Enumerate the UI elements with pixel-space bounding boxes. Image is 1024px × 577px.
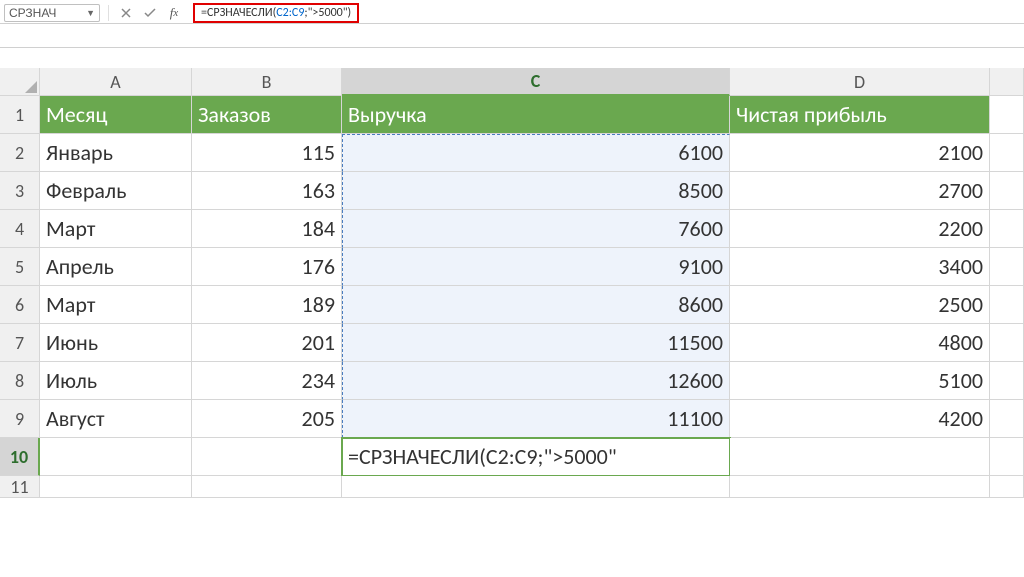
cell-revenue[interactable]: 8600 (342, 286, 730, 324)
col-header-B[interactable]: B (192, 68, 342, 96)
row-header[interactable]: 2 (0, 134, 40, 172)
table-header-orders[interactable]: Заказов (192, 96, 342, 134)
formula-bar: СРЗНАЧ ▼ fx =СРЗНАЧЕСЛИ(C2:C9;">5000") (0, 0, 1024, 24)
cell-month[interactable]: Июнь (40, 324, 192, 362)
row-header[interactable]: 7 (0, 324, 40, 362)
row-header[interactable]: 5 (0, 248, 40, 286)
select-all-corner[interactable] (0, 68, 40, 96)
cell-revenue[interactable]: 9100 (342, 248, 730, 286)
cell-profit[interactable]: 4800 (730, 324, 990, 362)
cell-empty[interactable] (990, 96, 1024, 134)
table-header-month[interactable]: Месяц (40, 96, 192, 134)
cell-profit[interactable]: 3400 (730, 248, 990, 286)
row-header[interactable]: 3 (0, 172, 40, 210)
cell-orders[interactable]: 189 (192, 286, 342, 324)
row-header[interactable]: 6 (0, 286, 40, 324)
row-header-active[interactable]: 10 (0, 438, 40, 476)
cell-orders[interactable]: 115 (192, 134, 342, 172)
cell-empty[interactable] (192, 438, 342, 476)
name-box[interactable]: СРЗНАЧ ▼ (4, 4, 100, 22)
row-header[interactable]: 4 (0, 210, 40, 248)
cell-empty[interactable] (192, 476, 342, 498)
cell-profit[interactable]: 2100 (730, 134, 990, 172)
cell-orders[interactable]: 201 (192, 324, 342, 362)
cell-empty[interactable] (990, 400, 1024, 438)
formula-text-prefix: =СРЗНАЧЕСЛИ( (201, 6, 276, 20)
cell-empty[interactable] (730, 476, 990, 498)
table-header-revenue[interactable]: Выручка (342, 96, 730, 134)
cell-profit[interactable]: 5100 (730, 362, 990, 400)
cell-empty[interactable] (990, 172, 1024, 210)
row-header[interactable]: 11 (0, 476, 40, 498)
cell-orders[interactable]: 205 (192, 400, 342, 438)
cell-month[interactable]: Март (40, 210, 192, 248)
enter-formula-icon[interactable] (141, 4, 159, 22)
formula-bar-expand-area (0, 24, 1024, 48)
cell-profit[interactable]: 2500 (730, 286, 990, 324)
cell-empty[interactable] (990, 210, 1024, 248)
cell-empty[interactable] (990, 476, 1024, 498)
cell-empty[interactable] (40, 476, 192, 498)
cell-month[interactable]: Март (40, 286, 192, 324)
cell-revenue[interactable]: 11500 (342, 324, 730, 362)
cell-month[interactable]: Январь (40, 134, 192, 172)
cell-empty[interactable] (990, 134, 1024, 172)
formula-input[interactable]: =СРЗНАЧЕСЛИ(C2:C9;">5000") (193, 3, 359, 23)
cell-orders[interactable]: 176 (192, 248, 342, 286)
row-header[interactable]: 1 (0, 96, 40, 134)
cell-revenue[interactable]: 12600 (342, 362, 730, 400)
cell-orders[interactable]: 184 (192, 210, 342, 248)
divider (108, 5, 109, 21)
chevron-down-icon[interactable]: ▼ (86, 8, 95, 18)
cell-month[interactable]: Апрель (40, 248, 192, 286)
table-header-profit[interactable]: Чистая прибыль (730, 96, 990, 134)
cell-revenue[interactable]: 7600 (342, 210, 730, 248)
cell-profit[interactable]: 2700 (730, 172, 990, 210)
name-box-value: СРЗНАЧ (9, 6, 56, 20)
spreadsheet-grid[interactable]: A B C D 1 Месяц Заказов Выручка Чистая п… (0, 68, 1024, 498)
row-header[interactable]: 8 (0, 362, 40, 400)
cell-profit[interactable]: 2200 (730, 210, 990, 248)
col-header-overflow (990, 68, 1024, 96)
cell-empty[interactable] (730, 438, 990, 476)
col-header-A[interactable]: A (40, 68, 192, 96)
cell-revenue[interactable]: 6100 (342, 134, 730, 172)
cell-empty[interactable] (990, 362, 1024, 400)
cell-revenue[interactable]: 11100 (342, 400, 730, 438)
active-cell[interactable]: =СРЗНАЧЕСЛИ(C2:C9;">5000" (342, 438, 730, 476)
cell-empty[interactable] (40, 438, 192, 476)
cell-profit[interactable]: 4200 (730, 400, 990, 438)
col-header-D[interactable]: D (730, 68, 990, 96)
cell-month[interactable]: Июль (40, 362, 192, 400)
cell-month[interactable]: Август (40, 400, 192, 438)
cell-empty[interactable] (990, 286, 1024, 324)
cell-empty[interactable] (342, 476, 730, 498)
cell-empty[interactable] (990, 438, 1024, 476)
cell-orders[interactable]: 234 (192, 362, 342, 400)
cell-revenue[interactable]: 8500 (342, 172, 730, 210)
cell-orders[interactable]: 163 (192, 172, 342, 210)
fx-icon[interactable]: fx (165, 4, 183, 22)
cancel-formula-icon[interactable] (117, 4, 135, 22)
cell-month[interactable]: Февраль (40, 172, 192, 210)
formula-range-ref: C2:C9 (276, 6, 304, 20)
row-header[interactable]: 9 (0, 400, 40, 438)
col-header-C[interactable]: C (342, 68, 730, 96)
spacer (0, 48, 1024, 68)
cell-empty[interactable] (990, 248, 1024, 286)
formula-text-cond: ;">5000") (304, 6, 351, 20)
cell-empty[interactable] (990, 324, 1024, 362)
